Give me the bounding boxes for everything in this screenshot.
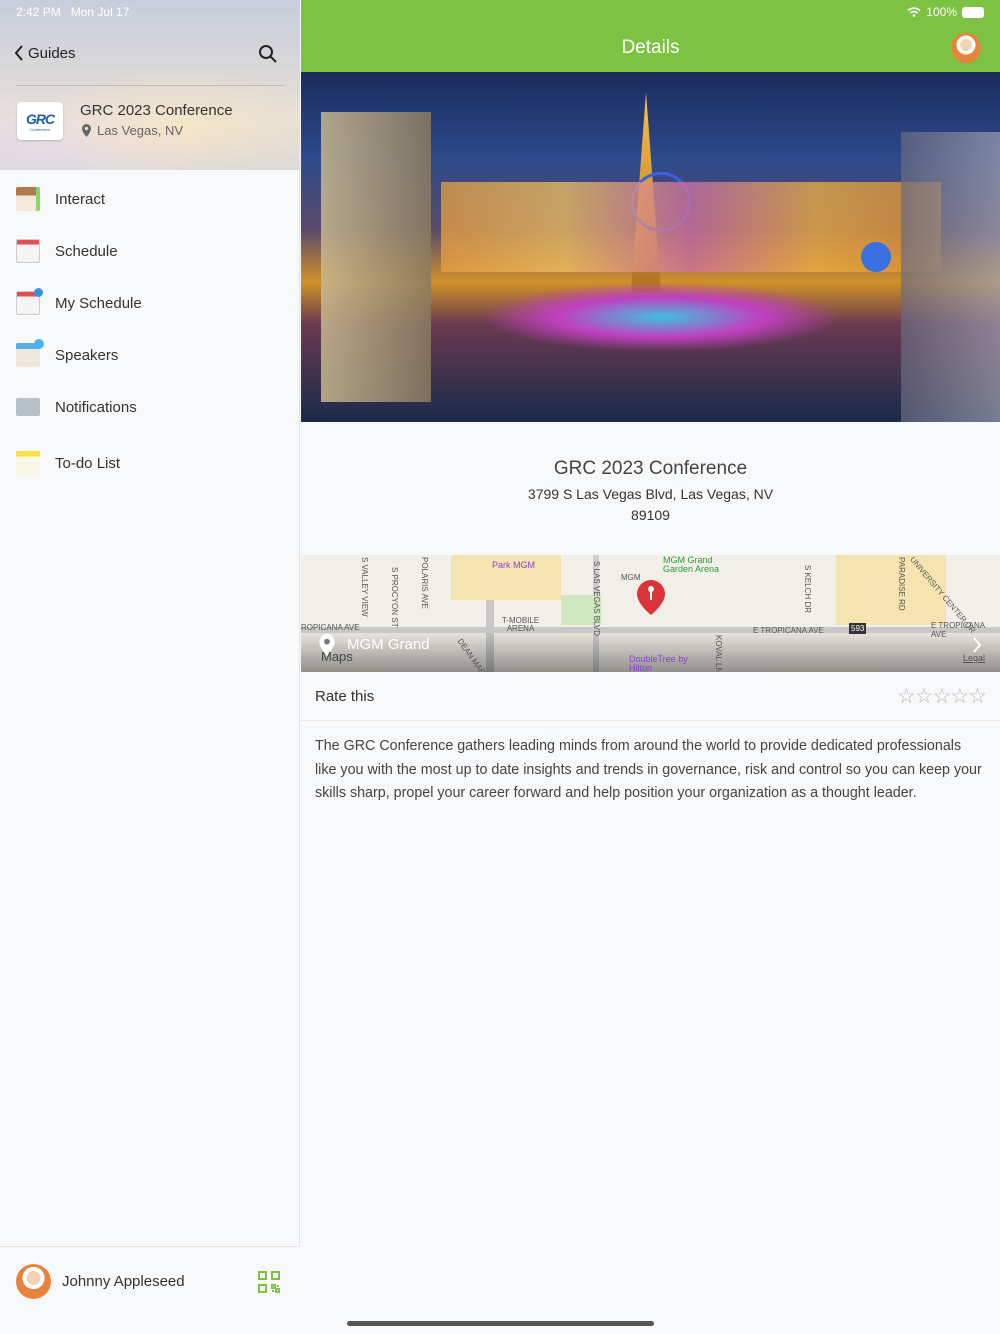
- sidebar-item-speakers[interactable]: Speakers: [0, 330, 300, 380]
- sidebar-item-todo-list[interactable]: To-do List: [0, 438, 300, 488]
- back-button[interactable]: Guides: [14, 44, 76, 62]
- guide-logo: GRC Conference: [17, 102, 63, 140]
- location-pin-icon: [82, 124, 91, 137]
- event-info: GRC 2023 Conference 3799 S Las Vegas Blv…: [301, 458, 1000, 526]
- event-photo: [301, 72, 1000, 422]
- sidebar-item-schedule[interactable]: Schedule: [0, 226, 300, 276]
- speakers-icon: [16, 339, 44, 367]
- interact-icon: [16, 187, 40, 211]
- event-description: The GRC Conference gathers leading minds…: [315, 738, 982, 801]
- status-battery: 100%: [907, 5, 984, 19]
- qr-code-icon[interactable]: [258, 1271, 280, 1293]
- map-label: Park MGM: [492, 560, 536, 570]
- chevron-right-icon[interactable]: [972, 637, 982, 653]
- star-icon[interactable]: ☆: [950, 685, 969, 708]
- map-label: S KELCH DR: [803, 565, 812, 614]
- wifi-icon: [907, 7, 921, 17]
- page-title: Details: [621, 37, 680, 58]
- map-label: T-MOBILE ARENA: [501, 616, 540, 633]
- todo-icon: [16, 451, 40, 475]
- status-time: 2:42 PM Mon Jul 17: [16, 5, 130, 19]
- my-schedule-icon: [16, 288, 43, 315]
- guide-header: 2:42 PM Mon Jul 17 Guides GRC Conference …: [0, 0, 300, 170]
- chevron-left-icon: [14, 45, 23, 61]
- maps-attribution: Maps: [321, 649, 353, 664]
- guide-title: GRC 2023 Conference: [80, 102, 233, 119]
- rating-label: Rate this: [315, 687, 375, 705]
- map-label: E TROPICANA AVE: [753, 626, 824, 635]
- map-label: KOVAL LN: [714, 635, 723, 672]
- nav-bar: 100% Details: [301, 0, 1000, 72]
- avatar[interactable]: [16, 1264, 51, 1299]
- map-pin-icon: [637, 580, 665, 615]
- location-map[interactable]: Park MGM MGM Grand Garden Arena T-MOBILE…: [301, 555, 1000, 672]
- map-label: 593: [849, 623, 867, 634]
- user-name: Johnny Appleseed: [62, 1273, 185, 1290]
- event-address: 3799 S Las Vegas Blvd, Las Vegas, NV 8910…: [527, 486, 774, 523]
- envelope-icon: [16, 398, 40, 416]
- guide-location: Las Vegas, NV: [82, 123, 183, 138]
- event-title: GRC 2023 Conference: [553, 458, 748, 479]
- home-indicator[interactable]: [347, 1321, 654, 1326]
- star-icon[interactable]: ☆: [915, 685, 934, 708]
- rating-row: Rate this ☆☆☆☆☆: [301, 672, 1000, 721]
- star-rating[interactable]: ☆☆☆☆☆: [897, 684, 987, 709]
- sidebar-menu: Interact Schedule My Schedule Speakers N…: [0, 174, 300, 490]
- battery-icon: [962, 6, 984, 18]
- star-icon[interactable]: ☆: [968, 685, 987, 708]
- map-label: S LAS VEGAS BLVD: [592, 561, 601, 636]
- sidebar-item-notifications[interactable]: Notifications: [0, 382, 300, 432]
- search-icon[interactable]: [258, 44, 278, 64]
- profile-avatar[interactable]: [951, 33, 981, 63]
- map-place-name: MGM Grand: [347, 636, 430, 653]
- sidebar-item-interact[interactable]: Interact: [0, 174, 300, 224]
- map-label: PARADISE RD: [897, 557, 906, 611]
- user-footer: Johnny Appleseed: [0, 1246, 300, 1334]
- map-label: ROPICANA AVE: [301, 623, 360, 632]
- details-pane: 100% Details GRC 2023 Conference 3799 S …: [301, 0, 1000, 1334]
- map-label: S PROCYON ST: [390, 567, 399, 628]
- sidebar: 2:42 PM Mon Jul 17 Guides GRC Conference …: [0, 0, 300, 1334]
- star-icon[interactable]: ☆: [897, 685, 916, 708]
- map-legal-link[interactable]: Legal: [963, 653, 985, 663]
- map-label: MGM Grand Garden Arena: [663, 555, 720, 574]
- map-label: POLARIS AVE: [420, 557, 429, 609]
- sidebar-item-my-schedule[interactable]: My Schedule: [0, 278, 300, 328]
- map-label: S VALLEY VIEW: [360, 557, 369, 617]
- map-label: DoubleTree by Hilton: [629, 654, 688, 673]
- calendar-icon: [16, 239, 40, 263]
- star-icon[interactable]: ☆: [933, 685, 952, 708]
